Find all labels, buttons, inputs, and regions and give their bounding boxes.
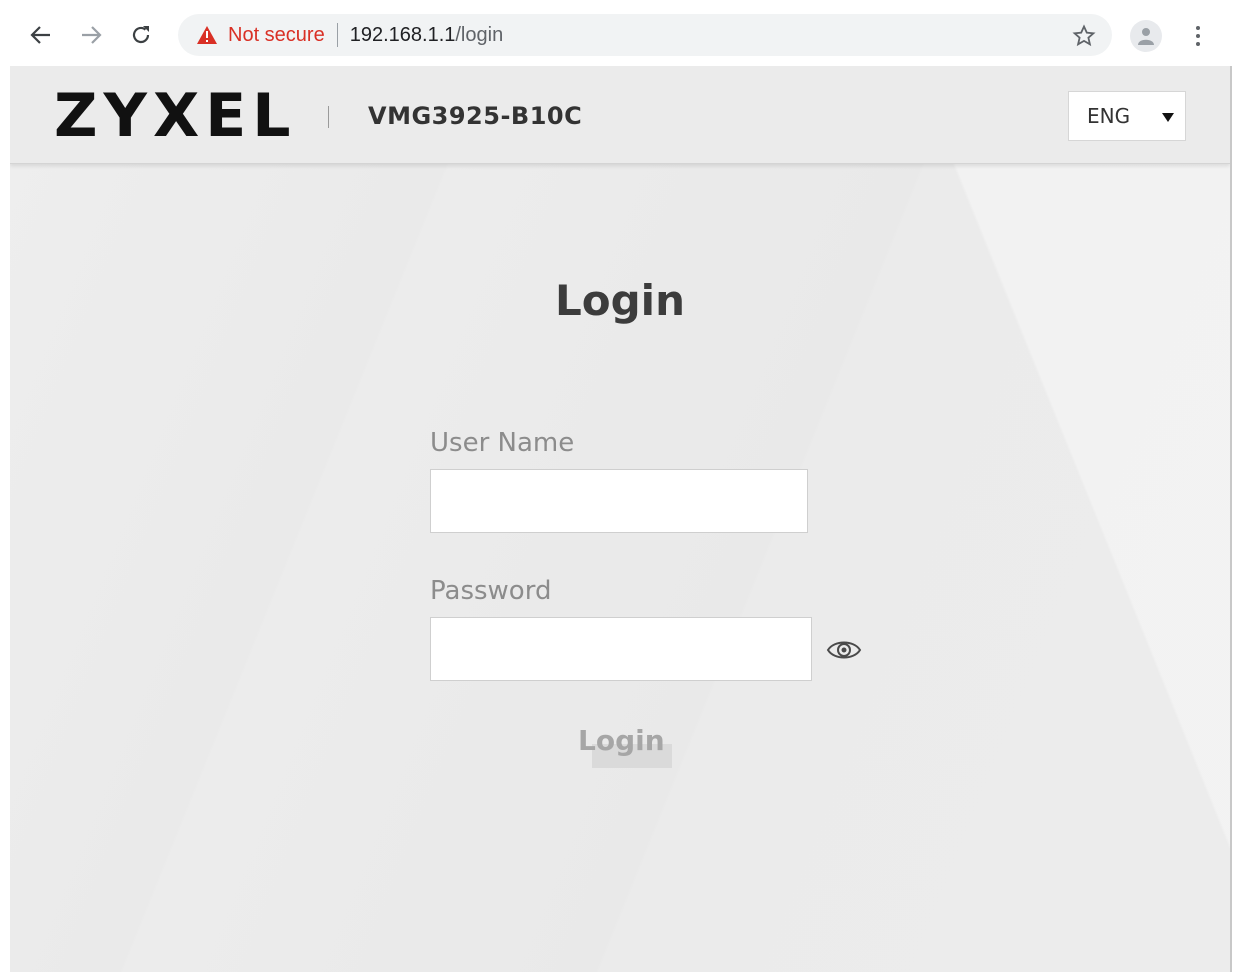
omnibox-divider	[336, 23, 338, 47]
url-text[interactable]: 192.168.1.1/login	[350, 24, 503, 47]
address-bar[interactable]: Not secure 192.168.1.1/login	[178, 14, 1112, 56]
page-right-border	[1230, 66, 1232, 972]
forward-arrow-icon	[82, 26, 102, 44]
url-host: 192.168.1.1	[349, 23, 456, 46]
show-password-eye-icon[interactable]	[826, 636, 862, 664]
header-divider	[328, 106, 329, 128]
url-path: /login	[455, 23, 504, 46]
back-button[interactable]	[28, 20, 54, 50]
bookmark-star-icon[interactable]	[1072, 24, 1096, 48]
login-button-label: Login	[578, 724, 665, 757]
browser-toolbar: Not secure 192.168.1.1/login	[0, 0, 1238, 66]
warning-icon[interactable]	[196, 25, 218, 45]
security-status[interactable]: Not secure	[228, 24, 325, 47]
brand-logo: ZYXEL	[54, 81, 297, 151]
router-login-page: ZYXEL VMG3925-B10C ENG Login User Name P…	[10, 66, 1230, 972]
password-label: Password	[430, 576, 552, 606]
profile-avatar-icon[interactable]	[1130, 20, 1162, 52]
language-select[interactable]: ENG	[1068, 91, 1186, 141]
back-arrow-icon	[30, 26, 50, 44]
password-input[interactable]	[430, 617, 812, 681]
model-name: VMG3925-B10C	[368, 102, 583, 130]
dropdown-caret-icon	[1162, 113, 1174, 122]
login-button[interactable]: Login	[570, 724, 672, 770]
forward-button[interactable]	[78, 20, 104, 50]
username-input[interactable]	[430, 469, 808, 533]
browser-menu-icon[interactable]	[1186, 20, 1210, 52]
username-label: User Name	[430, 428, 575, 458]
reload-button[interactable]	[128, 20, 154, 50]
language-value: ENG	[1087, 104, 1131, 128]
page-header: ZYXEL VMG3925-B10C ENG	[10, 66, 1230, 164]
page-title: Login	[555, 276, 685, 325]
reload-icon	[132, 26, 150, 44]
